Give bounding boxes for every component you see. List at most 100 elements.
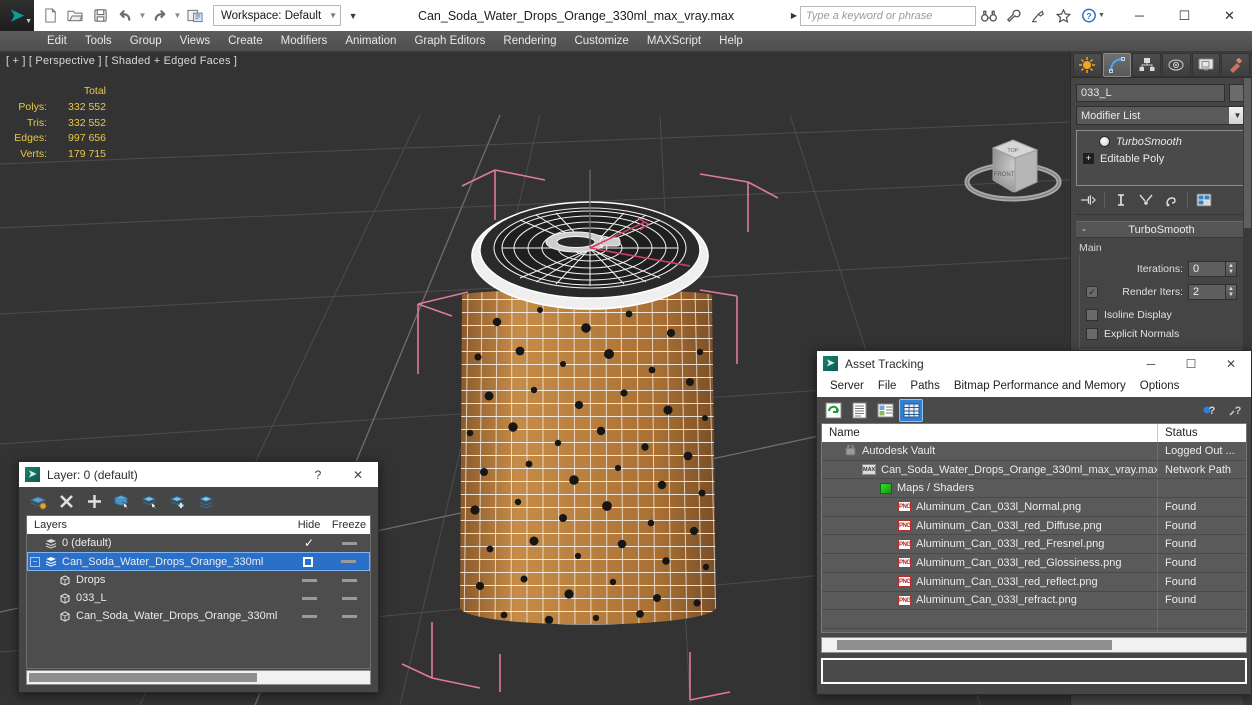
utilities-tab[interactable] [1221,53,1251,77]
motion-tab[interactable] [1162,53,1191,77]
asset-row-normal-png[interactable]: PNG Aluminum_Can_033l_Normal.png Found [822,498,1246,517]
menu-help[interactable]: Help [710,31,752,52]
plus-icon[interactable]: + [1083,153,1094,164]
spinner-arrows-icon[interactable]: ▲ ▼ [1226,283,1237,300]
expand-collapse-icon[interactable]: − [30,556,40,567]
display-tab[interactable] [1191,53,1221,77]
menu-rendering[interactable]: Rendering [494,31,565,52]
help-question-icon[interactable]: ? [1198,400,1220,421]
configure-modifier-sets-icon[interactable] [1193,190,1215,210]
freeze-toggle[interactable] [328,541,370,545]
minimize-button[interactable]: ─ [1117,0,1162,31]
at-menu-file[interactable]: File [871,376,904,397]
layer-dialog[interactable]: ➤ Layer: 0 (default) ? ✕ Layers Hide Fre… [18,461,379,693]
delete-layer-icon[interactable] [55,490,78,512]
hide-toggle[interactable] [290,614,328,618]
pin-stack-icon[interactable] [1077,190,1099,210]
layer-row-can-soda[interactable]: − Can_Soda_Water_Drops_Orange_330ml [27,552,370,571]
new-file-icon[interactable] [38,4,62,28]
minimize-button[interactable]: ─ [1131,351,1171,376]
asset-row-reflect-png[interactable]: PNG Aluminum_Can_033l_red_reflect.png Fo… [822,572,1246,592]
search-binoculars-icon[interactable] [976,3,1001,29]
app-logo-button[interactable]: ➤ ▼ [0,0,34,31]
render-iters-spinner[interactable]: 2 ▲ ▼ [1188,283,1237,300]
hide-toggle[interactable] [289,556,327,567]
menu-graph-editors[interactable]: Graph Editors [405,31,494,52]
search-input[interactable]: Type a keyword or phrase [800,5,976,26]
scrollbar-thumb[interactable] [29,673,257,682]
project-folder-icon[interactable] [183,4,207,28]
at-menu-options[interactable]: Options [1133,376,1187,397]
maximize-button[interactable]: ☐ [1171,351,1211,376]
layer-horizontal-scrollbar[interactable] [26,670,371,685]
modifier-stack[interactable]: TurboSmooth + Editable Poly [1076,130,1247,186]
menu-animation[interactable]: Animation [336,31,405,52]
add-selection-to-layer-icon[interactable] [167,490,190,512]
isoline-display-checkbox[interactable] [1086,308,1098,321]
wrench-icon[interactable] [1001,3,1026,29]
modifier-stack-item-turbosmooth[interactable]: TurboSmooth [1077,133,1246,150]
render-iters-value[interactable]: 2 [1188,283,1226,300]
collapse-icon[interactable]: - [1076,224,1092,236]
menu-edit[interactable]: Edit [38,31,76,52]
render-iters-checkbox[interactable]: ✓ [1086,285,1098,298]
menu-tools[interactable]: Tools [76,31,121,52]
scrollbar-thumb[interactable] [837,640,1112,650]
search-expand-icon[interactable]: ▶ [788,11,800,20]
freeze-toggle[interactable] [328,596,370,600]
asset-row-glossiness-png[interactable]: PNG Aluminum_Can_033l_red_Glossiness.png… [822,554,1246,573]
detail-view-icon[interactable] [874,400,896,421]
at-menu-server[interactable]: Server [823,376,871,397]
turbosmooth-rollout-header[interactable]: - TurboSmooth [1076,221,1247,238]
freeze-toggle[interactable] [327,560,369,563]
help-dropdown-icon[interactable]: ▼ [1098,12,1107,19]
undo-dropdown-icon[interactable]: ▼ [138,11,147,20]
new-layer-icon[interactable] [27,490,50,512]
asset-row-fresnel-png[interactable]: PNG Aluminum_Can_033l_red_Fresnel.png Fo… [822,535,1246,555]
menu-views[interactable]: Views [171,31,219,52]
undo-icon[interactable] [113,4,137,28]
freeze-toggle[interactable] [328,578,370,582]
select-objects-in-layer-icon[interactable] [111,490,134,512]
list-view-icon[interactable] [848,400,870,421]
scrollbar-thumb[interactable] [1244,78,1251,228]
star-icon[interactable] [1051,3,1076,29]
add-layer-icon[interactable] [83,490,106,512]
hide-toggle[interactable] [290,596,328,600]
iterations-spinner[interactable]: 0 ▲ ▼ [1188,260,1237,277]
layer-list[interactable]: Layers Hide Freeze 0 (default) ✓ − Can_S… [26,515,371,669]
asset-list[interactable]: Name Status Autodesk Vault Logged Out ..… [821,423,1247,633]
menu-maxscript[interactable]: MAXScript [638,31,710,52]
asset-row-max-file[interactable]: MAX Can_Soda_Water_Drops_Orange_330ml_ma… [822,460,1246,480]
modifier-stack-item-editable-poly[interactable]: + Editable Poly [1077,150,1246,167]
asset-horizontal-scrollbar[interactable] [821,637,1247,653]
layer-row-drops[interactable]: Drops [27,571,370,589]
asset-row-maps-shaders[interactable]: Maps / Shaders [822,479,1246,499]
asset-row-vault[interactable]: Autodesk Vault Logged Out ... [822,442,1246,461]
hide-toggle[interactable] [290,578,328,582]
table-view-icon[interactable] [899,398,923,422]
refresh-icon[interactable] [822,400,844,421]
spinner-arrows-icon[interactable]: ▲ ▼ [1226,260,1237,277]
layer-row-033l[interactable]: 033_L [27,589,370,607]
workspace-selector[interactable]: Workspace: Default ▼ [213,5,342,26]
layer-row-default[interactable]: 0 (default) ✓ [27,534,370,552]
asset-tracking-window[interactable]: ➤ Asset Tracking ─ ☐ ✕ Server File Paths… [816,350,1252,695]
modifier-list-dropdown[interactable]: Modifier List ▼ [1076,106,1247,125]
asset-row-diffuse-png[interactable]: PNG Aluminum_Can_033l_red_Diffuse.png Fo… [822,516,1246,536]
object-name-field[interactable]: 033_L [1076,84,1225,102]
set-current-layer-icon[interactable] [195,490,218,512]
redo-dropdown-icon[interactable]: ▼ [173,11,182,20]
context-help-icon[interactable]: ? [1224,400,1246,421]
bulb-icon[interactable] [1099,136,1110,147]
maximize-button[interactable]: ☐ [1162,0,1207,31]
create-tab[interactable] [1073,53,1102,77]
satellite-icon[interactable] [1026,3,1051,29]
remove-modifier-icon[interactable] [1160,190,1182,210]
menu-group[interactable]: Group [121,31,171,52]
menu-customize[interactable]: Customize [565,31,637,52]
hierarchy-tab[interactable] [1132,53,1162,77]
qat-overflow-icon[interactable]: ▼ [346,11,360,21]
save-file-icon[interactable] [88,4,112,28]
menu-modifiers[interactable]: Modifiers [272,31,337,52]
